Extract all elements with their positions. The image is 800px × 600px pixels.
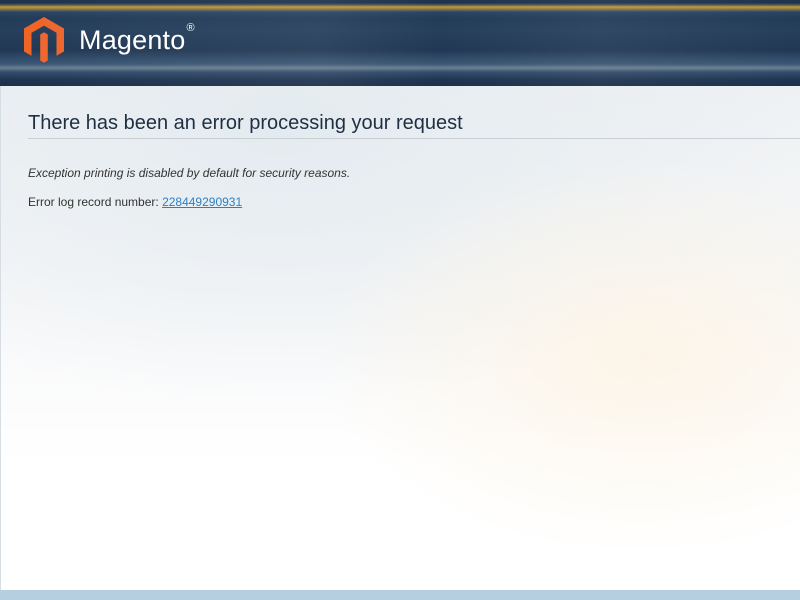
exception-note: Exception printing is disabled by defaul…	[28, 166, 351, 180]
footer-bar	[0, 590, 800, 600]
error-content: There has been an error processing your …	[0, 86, 800, 590]
error-log-line: Error log record number: 228449290931	[28, 195, 242, 209]
header-bar: Magento®	[0, 0, 800, 86]
logo-wordmark: Magento®	[79, 21, 195, 55]
title-divider	[28, 138, 800, 139]
error-log-record-link[interactable]: 228449290931	[162, 195, 242, 209]
page-title: There has been an error processing your …	[28, 112, 463, 134]
error-log-label: Error log record number:	[28, 195, 159, 209]
magento-logo[interactable]: Magento®	[24, 17, 195, 63]
magento-logo-icon	[24, 17, 64, 63]
